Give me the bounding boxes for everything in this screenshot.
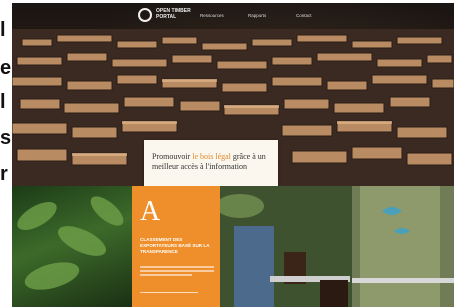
tree-trunk-photo	[352, 186, 454, 307]
nav-link-ressources[interactable]: Ressources	[200, 13, 224, 18]
logo-text-line: PORTAL	[156, 14, 177, 20]
card-read-more-line[interactable]	[140, 292, 198, 293]
tagline-prefix: Promouvoir	[152, 152, 193, 161]
cropped-letter: s	[0, 127, 12, 149]
card-initial-letter: A	[140, 196, 161, 227]
logo-text[interactable]: OPEN TIMBER PORTAL	[156, 8, 191, 20]
exporter-ranking-card[interactable]: A CLASSEMENT DES EXPORTATEURS BASÉ SUR L…	[132, 186, 220, 307]
hero-tagline: Promouvoir le bois légal grâce à un meil…	[152, 152, 272, 172]
cropped-left-text: l e l s r	[0, 0, 12, 307]
nav-link-rapports[interactable]: Rapports	[248, 13, 266, 18]
nav-link-contact[interactable]: Contact	[296, 13, 312, 18]
card-title[interactable]: CLASSEMENT DES EXPORTATEURS BASÉ SUR LA …	[140, 237, 214, 255]
card-description-placeholder	[140, 266, 214, 278]
cropped-letter: l	[0, 19, 6, 41]
top-navigation-bar: OPEN TIMBER PORTAL Ressources Rapports C…	[12, 3, 454, 29]
forest-photo-panel	[12, 186, 132, 307]
feature-strip: A CLASSEMENT DES EXPORTATEURS BASÉ SUR L…	[12, 186, 454, 307]
cropped-letter: r	[0, 163, 8, 185]
logo-icon[interactable]	[138, 8, 152, 22]
worker-photo	[220, 186, 352, 307]
tree-trunk-photo-panel	[352, 186, 454, 307]
hero-callout-box: Promouvoir le bois légal grâce à un meil…	[144, 140, 278, 186]
cropped-letter: e	[0, 57, 12, 79]
tagline-highlight-link[interactable]: le bois légal	[192, 152, 231, 161]
website-screenshot: OPEN TIMBER PORTAL Ressources Rapports C…	[12, 3, 454, 307]
hero-section: OPEN TIMBER PORTAL Ressources Rapports C…	[12, 3, 454, 186]
cropped-letter: l	[0, 91, 6, 113]
worker-photo-panel	[220, 186, 352, 307]
forest-photo	[17, 196, 124, 290]
